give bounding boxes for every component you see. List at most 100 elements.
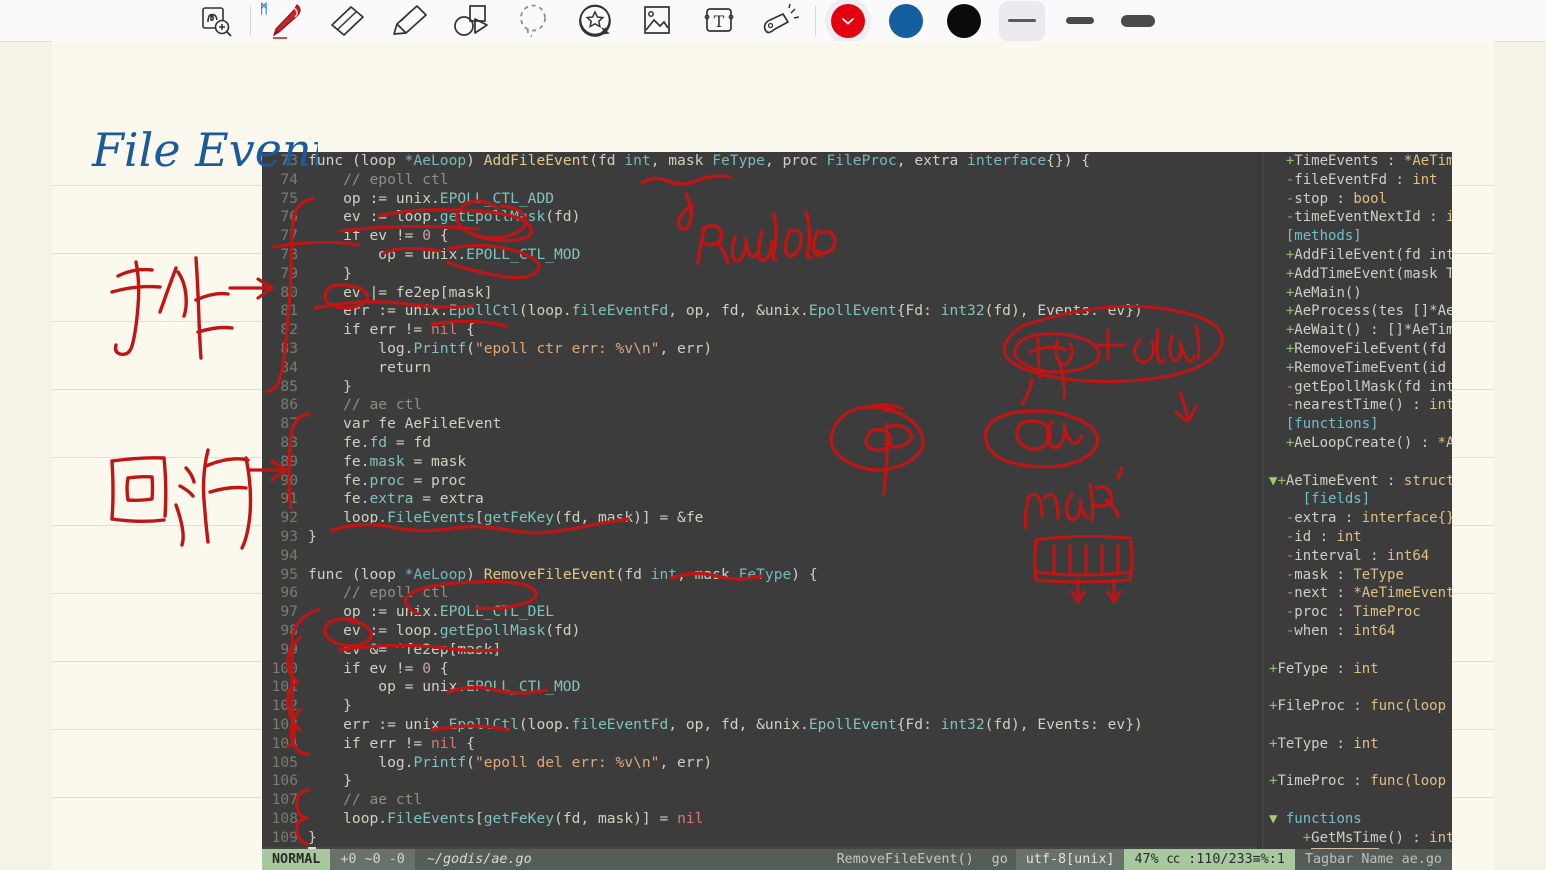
tagbar-row[interactable]: +FileProc : func(loop *A xyxy=(1263,697,1452,716)
code-line[interactable]: 84 return xyxy=(262,359,1257,378)
code-line[interactable]: 85 } xyxy=(262,378,1257,397)
code-line[interactable]: 104 if err != nil { xyxy=(262,735,1257,754)
disclosure-arrow-icon[interactable]: ▼ xyxy=(1269,811,1277,827)
code-token: loop. xyxy=(308,509,388,527)
code-token: fe. xyxy=(308,452,370,470)
sticker-icon[interactable] xyxy=(564,0,626,41)
code-line[interactable]: 106 } xyxy=(262,772,1257,791)
tagbar-row[interactable]: +RemoveTimeEvent(id in xyxy=(1263,359,1452,378)
tagbar-row[interactable]: -stop : bool xyxy=(1263,190,1452,209)
tagbar-row[interactable]: ▼+AeTimeEvent : struct xyxy=(1263,472,1452,491)
code-line[interactable]: 74 // epoll ctl xyxy=(262,171,1257,190)
tagbar-row[interactable]: -getEpollMask(fd int) xyxy=(1263,378,1452,397)
code-line[interactable]: 105 log.Printf("epoll del err: %v\n", er… xyxy=(262,754,1257,773)
tagbar-row[interactable]: -fileEventFd : int xyxy=(1263,171,1452,190)
tagbar-row[interactable]: +RemoveFileEvent(fd in xyxy=(1263,340,1452,359)
tagbar-row[interactable]: -extra : interface{} xyxy=(1263,509,1452,528)
code-line[interactable]: 100 if ev != 0 { xyxy=(262,660,1257,679)
tagbar-panel[interactable]: +TimeEvents : *AeTimeE -fileEventFd : in… xyxy=(1262,152,1452,849)
tagbar-row[interactable]: ▼ functions xyxy=(1263,810,1452,829)
code-line[interactable]: 78 op = unix.EPOLL_CTL_MOD xyxy=(262,246,1257,265)
tagbar-separator: : xyxy=(1336,510,1362,527)
text-box-icon[interactable]: T xyxy=(688,0,750,41)
code-pane[interactable]: 73 func (loop *AeLoop) AddFileEvent(fd in… xyxy=(262,152,1257,867)
tagbar-row[interactable]: +AeWait() : []*AeTimeE xyxy=(1263,321,1452,340)
tagbar-row[interactable]: +AeProcess(tes []*AeTi xyxy=(1263,302,1452,321)
code-line[interactable]: 76 ev := loop.getEpollMask(fd) xyxy=(262,208,1257,227)
tagbar-row[interactable]: +AddFileEvent(fd int, xyxy=(1263,246,1452,265)
tagbar-symbol-name: mask xyxy=(1294,566,1329,583)
code-line[interactable]: 80 ev |= fe2ep[mask] xyxy=(262,284,1257,303)
code-token: (fd xyxy=(615,565,651,583)
code-line[interactable]: 82 if err != nil { xyxy=(262,321,1257,340)
code-line[interactable]: 86 // ae ctl xyxy=(262,396,1257,415)
laser-pointer-icon[interactable] xyxy=(750,0,812,41)
tagbar-row[interactable]: -id : int xyxy=(1263,528,1452,547)
tagbar-row[interactable]: +TimeEvents : *AeTimeE xyxy=(1263,152,1452,171)
code-line[interactable]: 98 ev := loop.getEpollMask(fd) xyxy=(262,622,1257,641)
image-icon[interactable] xyxy=(626,0,688,41)
code-line[interactable]: 75 op := unix.EPOLL_CTL_ADD xyxy=(262,190,1257,209)
code-line[interactable]: 77 if ev != 0 { xyxy=(262,227,1257,246)
code-line[interactable]: 94 xyxy=(262,547,1257,566)
tagbar-row[interactable]: +AeMain() xyxy=(1263,284,1452,303)
code-line[interactable]: 96 // epoll ctl xyxy=(262,584,1257,603)
code-line[interactable]: 101 op = unix.EPOLL_CTL_MOD xyxy=(262,678,1257,697)
code-line[interactable]: 109} xyxy=(262,829,1257,848)
tagbar-row[interactable]: [fields] xyxy=(1263,490,1452,509)
tagbar-row[interactable]: -when : int64 xyxy=(1263,622,1452,641)
lasso-select-icon[interactable] xyxy=(502,0,564,41)
code-line[interactable]: 92 loop.FileEvents[getFeKey(fd, mask)] =… xyxy=(262,509,1257,528)
tagbar-row[interactable]: -nearestTime() : int64 xyxy=(1263,396,1452,415)
color-red[interactable] xyxy=(819,0,877,44)
code-line[interactable]: 95 func (loop *AeLoop) RemoveFileEvent(fd… xyxy=(262,566,1257,585)
tagbar-row[interactable]: +TeType : int xyxy=(1263,735,1452,754)
tagbar-row[interactable]: -proc : TimeProc xyxy=(1263,603,1452,622)
tagbar-row[interactable]: -next : *AeTimeEvent xyxy=(1263,584,1452,603)
color-blue[interactable] xyxy=(877,0,935,41)
shapes-icon[interactable] xyxy=(440,0,502,41)
code-token: (fd), Events: ev}) xyxy=(984,302,1143,320)
tagbar-symbol-name: TeType xyxy=(1277,735,1329,752)
code-line[interactable]: 91 fe.extra = extra xyxy=(262,490,1257,509)
line-width-medium[interactable] xyxy=(1051,0,1109,41)
tagbar-row[interactable]: +AddTimeEvent(mask TeT xyxy=(1263,265,1452,284)
lasso-zoom-icon[interactable] xyxy=(185,0,247,41)
code-line[interactable]: 87 var fe AeFileEvent xyxy=(262,415,1257,434)
code-line[interactable]: 93} xyxy=(262,528,1257,547)
tagbar-row[interactable]: +TimeProc : func(loop *A xyxy=(1263,772,1452,791)
code-line[interactable]: 103 err := unix.EpollCtl(loop.fileEventF… xyxy=(262,716,1257,735)
code-line[interactable]: 73 func (loop *AeLoop) AddFileEvent(fd in… xyxy=(262,152,1257,171)
code-line[interactable]: 81 err := unix.EpollCtl(loop.fileEventFd… xyxy=(262,302,1257,321)
line-width-thick[interactable] xyxy=(1109,0,1167,41)
code-line[interactable]: 88 fe.fd = fd xyxy=(262,434,1257,453)
eraser-icon[interactable] xyxy=(316,0,378,41)
line-number: 92 xyxy=(280,509,298,527)
code-line[interactable]: 99 ev &= ^fe2ep[mask] xyxy=(262,641,1257,660)
tagbar-row[interactable]: [functions] xyxy=(1263,415,1452,434)
code-line[interactable]: 83 log.Printf("epoll ctr err: %v\n", err… xyxy=(262,340,1257,359)
code-line[interactable]: 97 op := unix.EPOLL_CTL_DEL xyxy=(262,603,1257,622)
line-width-thin[interactable] xyxy=(993,0,1051,41)
code-line[interactable]: 102 } xyxy=(262,697,1257,716)
vim-editor[interactable]: 73 func (loop *AeLoop) AddFileEvent(fd in… xyxy=(262,152,1452,870)
tagbar-row[interactable]: -mask : TeType xyxy=(1263,566,1452,585)
line-number: 94 xyxy=(280,546,298,564)
code-line[interactable]: 89 fe.mask = mask xyxy=(262,453,1257,472)
tagbar-row[interactable]: -timeEventNextId : int xyxy=(1263,208,1452,227)
highlighter-icon[interactable] xyxy=(378,0,440,41)
tagbar-row[interactable]: +AeLoopCreate() : *AeL xyxy=(1263,434,1452,453)
code-token: op = unix. xyxy=(308,678,467,696)
tagbar-row[interactable]: +FeType : int xyxy=(1263,660,1452,679)
tagbar-row[interactable]: +GetMsTime() : int64 xyxy=(1263,829,1452,848)
color-black[interactable] xyxy=(935,0,993,41)
code-line[interactable]: 107 // ae ctl xyxy=(262,791,1257,810)
tagbar-row[interactable]: -interval : int64 xyxy=(1263,547,1452,566)
tagbar-row[interactable]: [methods] xyxy=(1263,227,1452,246)
tagbar-symbol-type: int64 xyxy=(1353,622,1396,639)
code-line[interactable]: 79 } xyxy=(262,265,1257,284)
code-line[interactable]: 90 fe.proc = proc xyxy=(262,472,1257,491)
code-line[interactable]: 108 loop.FileEvents[getFeKey(fd, mask)] … xyxy=(262,810,1257,829)
pen-icon[interactable]: ᛗ xyxy=(254,0,316,41)
code-token: op = unix. xyxy=(308,245,467,263)
